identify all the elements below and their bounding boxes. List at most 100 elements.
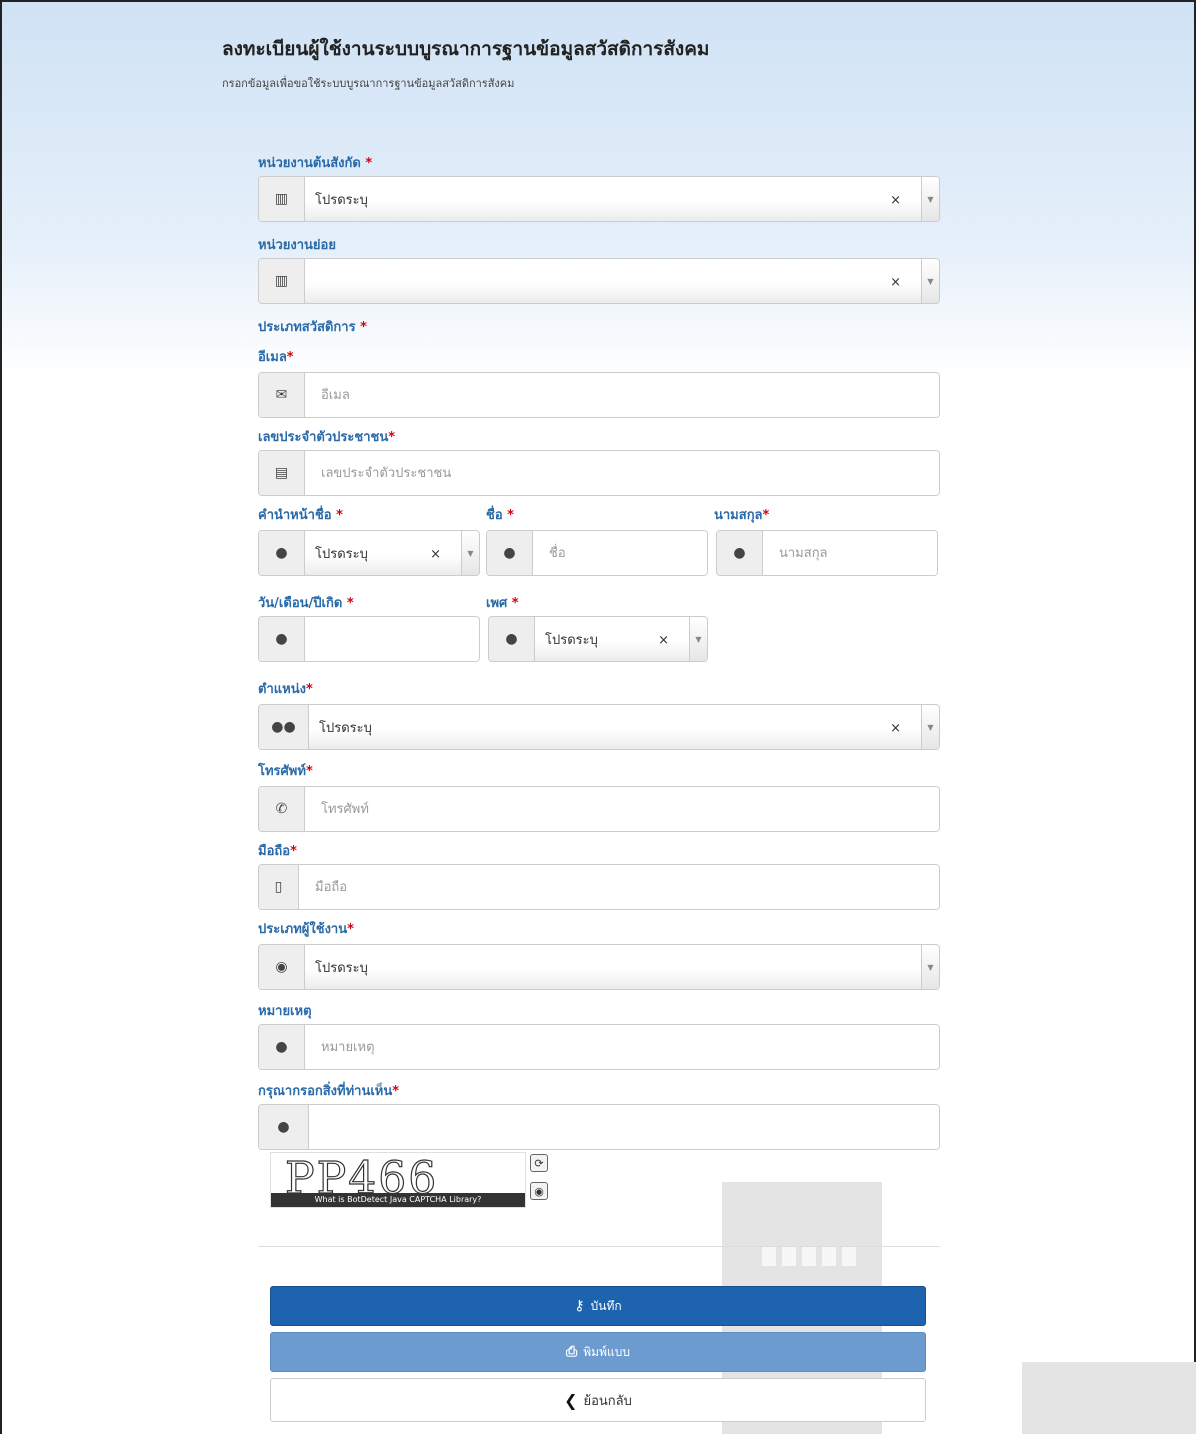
first-name-field-group: ●	[486, 530, 708, 576]
clear-icon[interactable]: ×	[890, 275, 901, 290]
user-type-label: ประเภทผู้ใช้งาน*	[258, 922, 354, 937]
background-windows	[762, 1246, 862, 1266]
print-button[interactable]: ⎙ พิมพ์แบบ	[270, 1332, 926, 1372]
prefix-label: คำนำหน้าชื่อ *	[258, 508, 343, 523]
required-mark: *	[511, 596, 519, 611]
required-mark: *	[365, 156, 373, 171]
citizen-id-field[interactable]	[305, 451, 939, 495]
birthdate-field[interactable]	[305, 617, 479, 661]
mobile-icon: ▯	[259, 865, 299, 909]
captcha-caption[interactable]: What is BotDetect Java CAPTCHA Library?	[271, 1193, 525, 1207]
agency-value: โปรดระบุ	[315, 193, 368, 208]
gender-select[interactable]: ● โปรดระบุ × ▼	[488, 616, 708, 662]
chevron-down-icon[interactable]: ▼	[921, 705, 939, 749]
user-type-select[interactable]: ◉ โปรดระบุ ▼	[258, 944, 940, 990]
sub-agency-select[interactable]: ▥ × ▼	[258, 258, 940, 304]
user-icon: ●	[259, 617, 305, 661]
agency-select-box[interactable]: โปรดระบุ ×	[305, 177, 921, 221]
last-name-field[interactable]	[763, 531, 937, 575]
captcha-image: PP466 What is BotDetect Java CAPTCHA Lib…	[270, 1152, 526, 1208]
last-name-field-group: ●	[716, 530, 938, 576]
note-field-group: ●	[258, 1024, 940, 1070]
save-button-label: บันทึก	[590, 1298, 622, 1313]
phone-label: โทรศัพท์*	[258, 764, 313, 779]
required-mark: *	[286, 350, 294, 365]
phone-field[interactable]	[305, 787, 939, 831]
divider	[258, 1246, 940, 1247]
clear-icon[interactable]: ×	[430, 547, 441, 562]
clear-icon[interactable]: ×	[890, 721, 901, 736]
required-mark: *	[336, 508, 343, 523]
envelope-icon: ✉	[259, 373, 305, 417]
id-card-icon: ▤	[259, 451, 305, 495]
agency-label: หน่วยงานต้นสังกัด *	[258, 156, 373, 171]
comment-icon: ●	[259, 1025, 305, 1069]
position-select-box[interactable]: โปรดระบุ ×	[309, 705, 921, 749]
background-building-2	[1022, 1362, 1196, 1434]
key-icon: ⚷	[574, 1298, 585, 1314]
page-title: ลงทะเบียนผู้ใช้งานระบบบูรณาการฐานข้อมูลส…	[222, 38, 710, 60]
required-mark: *	[346, 596, 354, 611]
mobile-label: มือถือ*	[258, 844, 297, 859]
user-icon: ●	[487, 531, 533, 575]
phone-icon: ✆	[259, 787, 305, 831]
clear-icon[interactable]: ×	[658, 633, 669, 648]
sub-agency-select-box[interactable]: ×	[305, 259, 921, 303]
page-subtitle: กรอกข้อมูลเพื่อขอใช้ระบบบูรณาการฐานข้อมู…	[222, 77, 515, 90]
required-mark: *	[762, 508, 770, 523]
chevron-down-icon[interactable]: ▼	[461, 531, 479, 575]
user-icon: ●	[259, 531, 305, 575]
phone-field-group: ✆	[258, 786, 940, 832]
prefix-select-box[interactable]: โปรดระบุ ×	[305, 531, 461, 575]
chevron-down-icon[interactable]: ▼	[921, 177, 939, 221]
chevron-down-icon[interactable]: ▼	[921, 945, 939, 989]
comment-icon: ●	[259, 1105, 309, 1149]
first-name-label: ชื่อ *	[486, 508, 514, 523]
save-button[interactable]: ⚷ บันทึก	[270, 1286, 926, 1326]
clear-icon[interactable]: ×	[890, 193, 901, 208]
gender-select-box[interactable]: โปรดระบุ ×	[535, 617, 689, 661]
required-mark: *	[507, 508, 514, 523]
mobile-field[interactable]	[299, 865, 939, 909]
users-icon: ●●	[259, 705, 309, 749]
prefix-select[interactable]: ● โปรดระบุ × ▼	[258, 530, 480, 576]
reload-icon[interactable]: ⟳	[530, 1154, 548, 1172]
chevron-down-icon[interactable]: ▼	[921, 259, 939, 303]
sound-icon[interactable]: ◉	[530, 1182, 548, 1200]
position-select[interactable]: ●● โปรดระบุ × ▼	[258, 704, 940, 750]
required-mark: *	[305, 764, 313, 779]
citizen-id-label: เลขประจำตัวประชาชน*	[258, 430, 396, 445]
birthdate-field-group: ● ▦	[258, 616, 480, 662]
chevron-left-icon: ❮	[564, 1390, 578, 1410]
email-field-group: ✉	[258, 372, 940, 418]
birthdate-label: วัน/เดือน/ปีเกิด *	[258, 596, 354, 611]
note-field[interactable]	[305, 1025, 939, 1069]
building-icon: ▥	[259, 259, 305, 303]
agency-select[interactable]: ▥ โปรดระบุ × ▼	[258, 176, 940, 222]
sub-agency-label: หน่วยงานย่อย	[258, 238, 336, 253]
captcha-field[interactable]	[309, 1105, 939, 1149]
required-mark: *	[305, 682, 313, 697]
print-button-label: พิมพ์แบบ	[583, 1344, 630, 1359]
user-circle-icon: ◉	[259, 945, 305, 989]
back-button-label: ย้อนกลับ	[583, 1393, 632, 1409]
print-icon: ⎙	[566, 1344, 578, 1360]
position-value: โปรดระบุ	[319, 721, 372, 736]
welfare-type-label: ประเภทสวัสดิการ *	[258, 320, 367, 335]
email-label: อีเมล*	[258, 350, 294, 365]
captcha-label: กรุณากรอกสิ่งที่ท่านเห็น*	[258, 1084, 400, 1099]
email-field[interactable]	[305, 373, 939, 417]
required-mark: *	[290, 844, 297, 859]
back-button[interactable]: ❮ ย้อนกลับ	[270, 1378, 926, 1422]
chevron-down-icon[interactable]: ▼	[689, 617, 707, 661]
user-type-select-box[interactable]: โปรดระบุ	[305, 945, 921, 989]
first-name-field[interactable]	[533, 531, 707, 575]
captcha-field-group: ●	[258, 1104, 940, 1150]
user-type-value: โปรดระบุ	[315, 961, 368, 976]
building-icon: ▥	[259, 177, 305, 221]
position-label: ตำแหน่ง*	[258, 682, 313, 697]
user-icon: ●	[489, 617, 535, 661]
note-label: หมายเหตุ	[258, 1004, 312, 1019]
required-mark: *	[392, 1084, 400, 1099]
mobile-field-group: ▯	[258, 864, 940, 910]
